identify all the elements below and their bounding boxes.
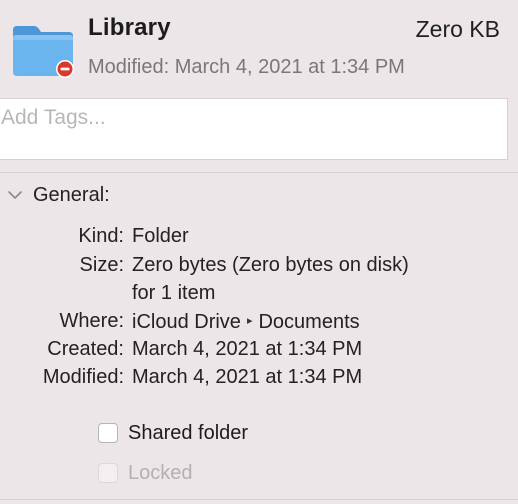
size-row: Size: Zero bytes (Zero bytes on disk) <box>0 252 518 278</box>
modified-label: Modified: <box>42 366 124 388</box>
where-path-icloud: iCloud Drive <box>132 310 241 333</box>
folder-icon <box>13 26 74 78</box>
created-label: Created: <box>47 338 124 360</box>
info-header: Library Zero KB Modified: March 4, 2021 … <box>0 0 518 96</box>
where-row: Where: iCloud Drive ▸ Documents <box>0 308 518 334</box>
locked-label: Locked <box>128 461 193 484</box>
shared-folder-label[interactable]: Shared folder <box>128 422 248 445</box>
locked-option: Locked <box>98 460 193 486</box>
divider-bottom <box>0 499 518 500</box>
size-item-count: for 1 item <box>132 282 216 304</box>
where-path: iCloud Drive ▸ Documents <box>132 308 360 337</box>
modified-row: Modified: March 4, 2021 at 1:34 PM <box>0 364 518 390</box>
general-section-toggle[interactable]: General: <box>6 182 110 208</box>
modified-value: March 4, 2021 at 1:34 PM <box>132 366 363 388</box>
divider <box>0 172 518 173</box>
file-size: Zero KB <box>415 16 500 42</box>
kind-value: Folder <box>132 225 189 247</box>
where-path-documents: Documents <box>258 310 360 333</box>
tags-input[interactable] <box>0 99 507 159</box>
file-name: Library <box>88 14 171 41</box>
shared-folder-checkbox[interactable] <box>98 423 118 443</box>
kind-row: Kind: Folder <box>0 223 518 249</box>
created-row: Created: March 4, 2021 at 1:34 PM <box>0 336 518 362</box>
modified-summary: Modified: March 4, 2021 at 1:34 PM <box>88 56 405 78</box>
size-row-continued: for 1 item <box>0 280 518 306</box>
path-separator-icon: ▸ <box>246 315 253 327</box>
size-value: Zero bytes (Zero bytes on disk) <box>132 254 409 276</box>
size-label: Size: <box>79 254 124 276</box>
locked-checkbox <box>98 463 118 483</box>
created-value: March 4, 2021 at 1:34 PM <box>132 338 363 360</box>
chevron-down-icon <box>8 191 22 199</box>
tags-field[interactable] <box>0 98 508 160</box>
shared-folder-option[interactable]: Shared folder <box>98 420 248 446</box>
no-entry-badge-icon <box>56 60 74 78</box>
kind-label: Kind: <box>78 225 124 247</box>
where-label: Where: <box>59 310 124 332</box>
general-section-label: General: <box>33 183 110 206</box>
